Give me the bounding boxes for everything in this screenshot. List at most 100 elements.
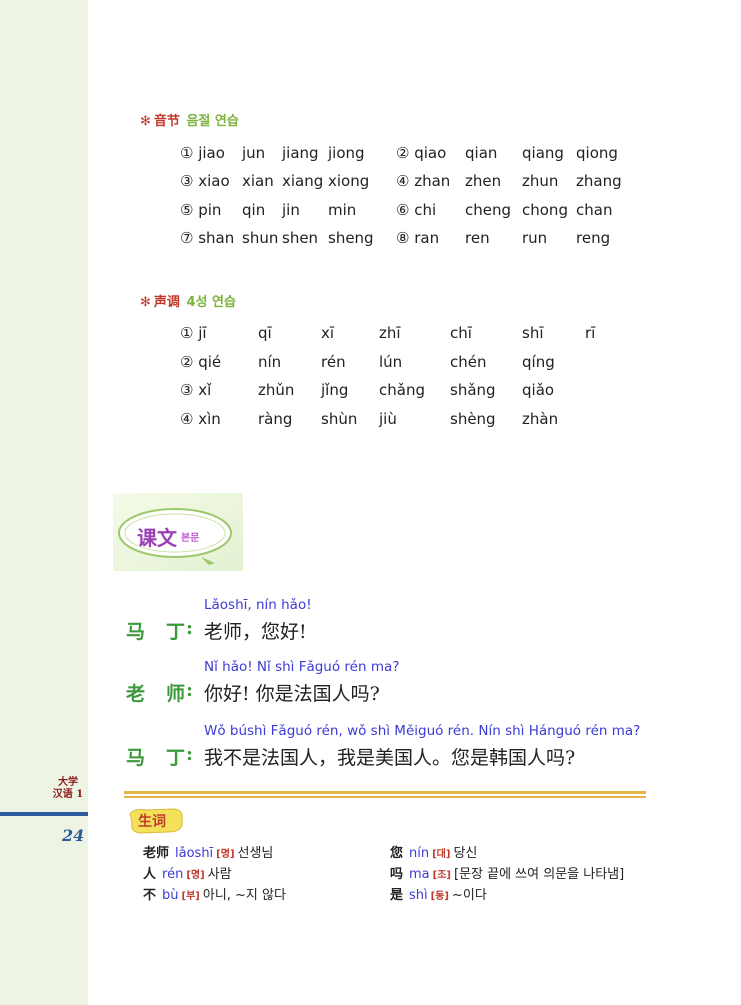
vocab-pos: [대] bbox=[432, 849, 451, 860]
asterisk-icon: ✻ bbox=[140, 295, 151, 310]
vocab-pos: [동] bbox=[430, 891, 449, 902]
vocab-pinyin: rén bbox=[162, 867, 184, 882]
syllable-section-title: ✻ 音节 음절 연습 bbox=[140, 110, 239, 129]
dialog-pinyin: Nǐ hǎo! Nǐ shì Fǎguó rén ma? bbox=[204, 659, 400, 675]
syllable-title-ko: 음절 연습 bbox=[186, 114, 239, 129]
syllable: xiang bbox=[282, 172, 324, 190]
dialog-text: 老师，您好! bbox=[204, 621, 307, 643]
vocab-meaning: 사람 bbox=[207, 867, 232, 882]
vocab-badge-text: 生词 bbox=[138, 814, 166, 830]
syllable: ④ zhan bbox=[396, 172, 451, 190]
syllable: ⑤ pin bbox=[180, 201, 222, 219]
syllable: cheng bbox=[465, 201, 512, 219]
dialog-text: 你好! 你是法国人吗? bbox=[204, 683, 380, 705]
vocab-pinyin: nín bbox=[409, 846, 430, 861]
tone-syllable: lún bbox=[379, 353, 403, 371]
vocab-divider bbox=[124, 791, 646, 794]
syllable: ren bbox=[465, 229, 490, 247]
syllable: qiang bbox=[522, 144, 564, 162]
tone-syllable: shī bbox=[522, 324, 544, 342]
vocab-entry: 不 bù [부] 아니, ~지 않다 bbox=[143, 884, 286, 903]
tone-syllable: shǎng bbox=[450, 381, 496, 399]
syllable: xian bbox=[242, 172, 274, 190]
tone-syllable: nín bbox=[258, 353, 282, 371]
tone-syllable: zhǔn bbox=[258, 381, 295, 399]
lesson-text-badge: 课文 본문 bbox=[113, 493, 243, 571]
syllable: min bbox=[328, 201, 357, 219]
tone-syllable: xī bbox=[321, 324, 335, 342]
tone-syllable: qī bbox=[258, 324, 272, 342]
tone-syllable: chī bbox=[450, 324, 472, 342]
vocab-pos: [명] bbox=[216, 849, 235, 860]
tone-syllable: ② qié bbox=[180, 353, 222, 371]
syllable: ② qiao bbox=[396, 144, 447, 162]
syllable: chan bbox=[576, 201, 613, 219]
tone-section-title: ✻ 声调 4성 연습 bbox=[140, 291, 236, 310]
tone-syllable: jiù bbox=[379, 410, 397, 428]
page-number: 24 bbox=[62, 826, 85, 845]
syllable: jun bbox=[242, 144, 266, 162]
vocab-pinyin: shì bbox=[409, 888, 428, 903]
vocab-entry: 吗 ma [조] [문장 끝에 쓰여 의문을 나타냄] bbox=[390, 863, 624, 882]
syllable: shun bbox=[242, 229, 279, 247]
vocab-pinyin: ma bbox=[409, 867, 430, 882]
vocab-entry: 是 shì [동] ~이다 bbox=[390, 884, 487, 903]
syllable: ⑧ ran bbox=[396, 229, 440, 247]
book-title-text: 大学 汉语 1 bbox=[52, 777, 84, 800]
tone-syllable: ① jī bbox=[180, 324, 207, 342]
speaker-char: 师 bbox=[166, 683, 186, 705]
syllable: qiong bbox=[576, 144, 618, 162]
vocab-entry: 老师 lǎoshī [명] 선생님 bbox=[143, 842, 273, 861]
lesson-badge-graphic bbox=[113, 493, 243, 571]
asterisk-icon: ✻ bbox=[140, 114, 151, 129]
margin-strip bbox=[0, 0, 88, 1005]
tone-title-zh: 声调 bbox=[153, 295, 180, 310]
syllable: ③ xiao bbox=[180, 172, 230, 190]
speaker-char: 丁 bbox=[166, 747, 186, 769]
dialog-text: 我不是法国人，我是美国人。您是韩国人吗? bbox=[204, 747, 576, 769]
vocab-divider bbox=[124, 796, 646, 798]
syllable: shen bbox=[282, 229, 319, 247]
vocab-pos: [조] bbox=[432, 870, 451, 881]
tone-syllable: qiǎo bbox=[522, 381, 555, 399]
vocab-badge: 生词 bbox=[128, 806, 188, 836]
dialog-pinyin: Wǒ búshì Fǎguó rén, wǒ shì Měiguó rén. N… bbox=[204, 723, 641, 739]
syllable: reng bbox=[576, 229, 611, 247]
tone-syllable: rén bbox=[321, 353, 346, 371]
dialog-pinyin: Lǎoshī, nín hǎo! bbox=[204, 597, 312, 613]
syllable: run bbox=[522, 229, 548, 247]
syllable: ① jiao bbox=[180, 144, 225, 162]
vocab-pinyin: lǎoshī bbox=[175, 846, 214, 861]
syllable: chong bbox=[522, 201, 568, 219]
tone-syllable: jǐng bbox=[321, 381, 349, 399]
tone-syllable: ③ xǐ bbox=[180, 381, 212, 399]
vocab-entry: 您 nín [대] 당신 bbox=[390, 842, 477, 861]
vocab-hanzi: 是 bbox=[390, 888, 404, 903]
tone-syllable: zhī bbox=[379, 324, 401, 342]
syllable: xiong bbox=[328, 172, 370, 190]
vocab-meaning: 아니, ~지 않다 bbox=[202, 888, 286, 903]
tone-syllable: zhàn bbox=[522, 410, 559, 428]
tone-syllable: chén bbox=[450, 353, 487, 371]
vocab-meaning: ~이다 bbox=[451, 888, 487, 903]
syllable: ⑥ chi bbox=[396, 201, 437, 219]
vocab-hanzi: 您 bbox=[390, 846, 404, 861]
tone-syllable: ràng bbox=[258, 410, 293, 428]
lesson-badge-zh: 课文 bbox=[137, 526, 177, 550]
tone-syllable: shùn bbox=[321, 410, 358, 428]
margin-divider bbox=[0, 812, 88, 816]
syllable: zhun bbox=[522, 172, 559, 190]
speaker-char: 马 bbox=[126, 747, 146, 769]
vocab-hanzi: 不 bbox=[143, 888, 157, 903]
syllable: qin bbox=[242, 201, 266, 219]
vocab-entry: 人 rén [명] 사람 bbox=[143, 863, 232, 882]
vocab-hanzi: 吗 bbox=[390, 867, 404, 882]
syllable: zhen bbox=[465, 172, 502, 190]
tone-syllable: chǎng bbox=[379, 381, 425, 399]
syllable-title-zh: 音节 bbox=[153, 114, 180, 129]
vocab-hanzi: 老师 bbox=[143, 846, 170, 861]
syllable: jiong bbox=[328, 144, 365, 162]
syllable: qian bbox=[465, 144, 498, 162]
tone-syllable: qíng bbox=[522, 353, 555, 371]
syllable: sheng bbox=[328, 229, 374, 247]
